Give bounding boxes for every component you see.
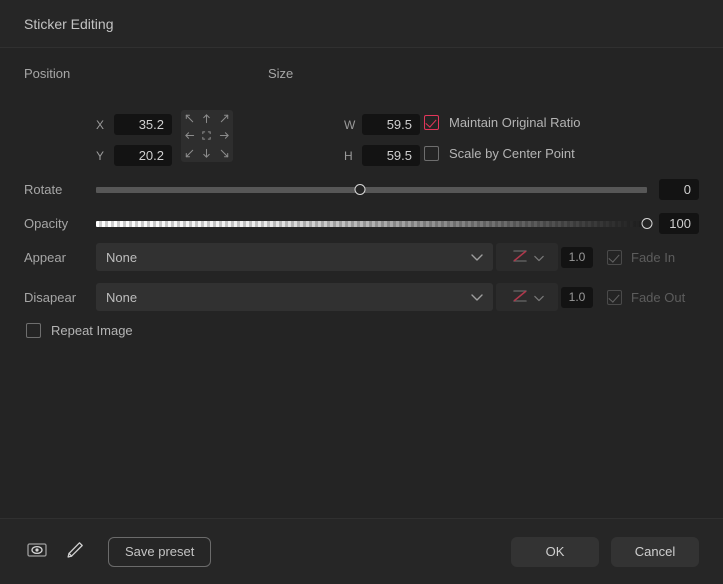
- dialog-body: Position X 35.2 Y 20.2: [0, 49, 723, 518]
- align-bottom-left-icon: [184, 148, 195, 159]
- cancel-button[interactable]: Cancel: [611, 537, 699, 567]
- size-w-group: W 59.5: [344, 114, 420, 135]
- size-w-label: W: [344, 118, 356, 132]
- pencil-icon: [65, 540, 85, 563]
- align-bottom-button[interactable]: [198, 145, 215, 162]
- rotate-slider-track[interactable]: [96, 187, 647, 193]
- scale-center-label: Scale by Center Point: [449, 146, 575, 161]
- align-top-left-icon: [184, 113, 195, 124]
- disappear-duration-input[interactable]: 1.0: [561, 287, 593, 308]
- size-h-input[interactable]: 59.5: [362, 145, 420, 166]
- chevron-down-icon: [534, 250, 544, 265]
- align-top-button[interactable]: [198, 110, 215, 127]
- opacity-slider-handle[interactable]: [642, 218, 653, 229]
- align-left-button[interactable]: [181, 127, 198, 144]
- disappear-ease-button[interactable]: [496, 283, 558, 311]
- edit-button[interactable]: [62, 539, 88, 565]
- appear-label: Appear: [24, 250, 96, 265]
- size-h-label: H: [344, 149, 356, 163]
- position-y-label: Y: [96, 149, 108, 163]
- fade-out-label: Fade Out: [631, 290, 685, 305]
- align-center-button[interactable]: [198, 127, 215, 144]
- opacity-slider-track[interactable]: [96, 221, 647, 227]
- disappear-preset-value: None: [106, 290, 137, 305]
- size-w-input[interactable]: 59.5: [362, 114, 420, 135]
- fade-out-checkbox-row[interactable]: Fade Out: [607, 290, 699, 305]
- fade-in-checkbox[interactable]: [607, 250, 622, 265]
- fade-in-checkbox-row[interactable]: Fade In: [607, 250, 699, 265]
- opacity-row: Opacity 100: [24, 213, 699, 234]
- align-right-icon: [219, 130, 230, 141]
- position-x-group: X 35.2: [96, 114, 172, 135]
- align-right-button[interactable]: [216, 127, 233, 144]
- ease-curve-icon: [510, 287, 530, 308]
- align-top-icon: [201, 113, 212, 124]
- position-y-input[interactable]: 20.2: [114, 145, 172, 166]
- align-bottom-icon: [201, 148, 212, 159]
- fade-out-checkbox[interactable]: [607, 290, 622, 305]
- align-top-right-icon: [219, 113, 230, 124]
- opacity-label: Opacity: [24, 216, 96, 231]
- fade-in-label: Fade In: [631, 250, 675, 265]
- size-label: Size: [268, 66, 293, 81]
- rotate-value[interactable]: 0: [659, 179, 699, 200]
- position-label: Position: [24, 66, 70, 81]
- eye-icon: [27, 542, 47, 561]
- page-title: Sticker Editing: [24, 16, 113, 32]
- appear-duration-input[interactable]: 1.0: [561, 247, 593, 268]
- ok-button[interactable]: OK: [511, 537, 599, 567]
- disappear-label: Disapear: [24, 290, 96, 305]
- align-bottom-left-button[interactable]: [181, 145, 198, 162]
- chevron-down-icon: [471, 250, 483, 265]
- rotate-label: Rotate: [24, 182, 96, 197]
- alignment-pad: [181, 110, 233, 162]
- position-x-input[interactable]: 35.2: [114, 114, 172, 135]
- repeat-image-checkbox[interactable]: [26, 323, 41, 338]
- position-x-label: X: [96, 118, 108, 132]
- appear-ease-button[interactable]: [496, 243, 558, 271]
- disappear-preset-select[interactable]: None: [96, 283, 493, 311]
- dialog-header: Sticker Editing: [0, 0, 723, 48]
- opacity-slider[interactable]: [96, 215, 647, 233]
- disappear-row: Disapear None 1.0 Fade Out: [24, 283, 699, 311]
- dialog-footer: Save preset OK Cancel: [0, 518, 723, 584]
- align-bottom-right-button[interactable]: [216, 145, 233, 162]
- appear-row: Appear None 1.0 Fade In: [24, 243, 699, 271]
- chevron-down-icon: [534, 290, 544, 305]
- scale-center-checkbox-row[interactable]: Scale by Center Point: [424, 146, 575, 161]
- align-top-left-button[interactable]: [181, 110, 198, 127]
- align-left-icon: [184, 130, 195, 141]
- scale-center-checkbox[interactable]: [424, 146, 439, 161]
- position-y-group: Y 20.2: [96, 145, 172, 166]
- opacity-value[interactable]: 100: [659, 213, 699, 234]
- rotate-slider-handle[interactable]: [355, 184, 366, 195]
- maintain-ratio-checkbox-row[interactable]: Maintain Original Ratio: [424, 115, 581, 130]
- size-h-group: H 59.5: [344, 145, 420, 166]
- save-preset-button[interactable]: Save preset: [108, 537, 211, 567]
- maintain-ratio-checkbox[interactable]: [424, 115, 439, 130]
- rotate-row: Rotate 0: [24, 179, 699, 200]
- ease-curve-icon: [510, 247, 530, 268]
- align-top-right-button[interactable]: [216, 110, 233, 127]
- align-center-icon: [201, 130, 212, 141]
- appear-preset-select[interactable]: None: [96, 243, 493, 271]
- preview-toggle-button[interactable]: [24, 539, 50, 565]
- align-bottom-right-icon: [219, 148, 230, 159]
- repeat-image-checkbox-row[interactable]: Repeat Image: [26, 323, 133, 338]
- chevron-down-icon: [471, 290, 483, 305]
- maintain-ratio-label: Maintain Original Ratio: [449, 115, 581, 130]
- repeat-image-label: Repeat Image: [51, 323, 133, 338]
- rotate-slider[interactable]: [96, 181, 647, 199]
- appear-preset-value: None: [106, 250, 137, 265]
